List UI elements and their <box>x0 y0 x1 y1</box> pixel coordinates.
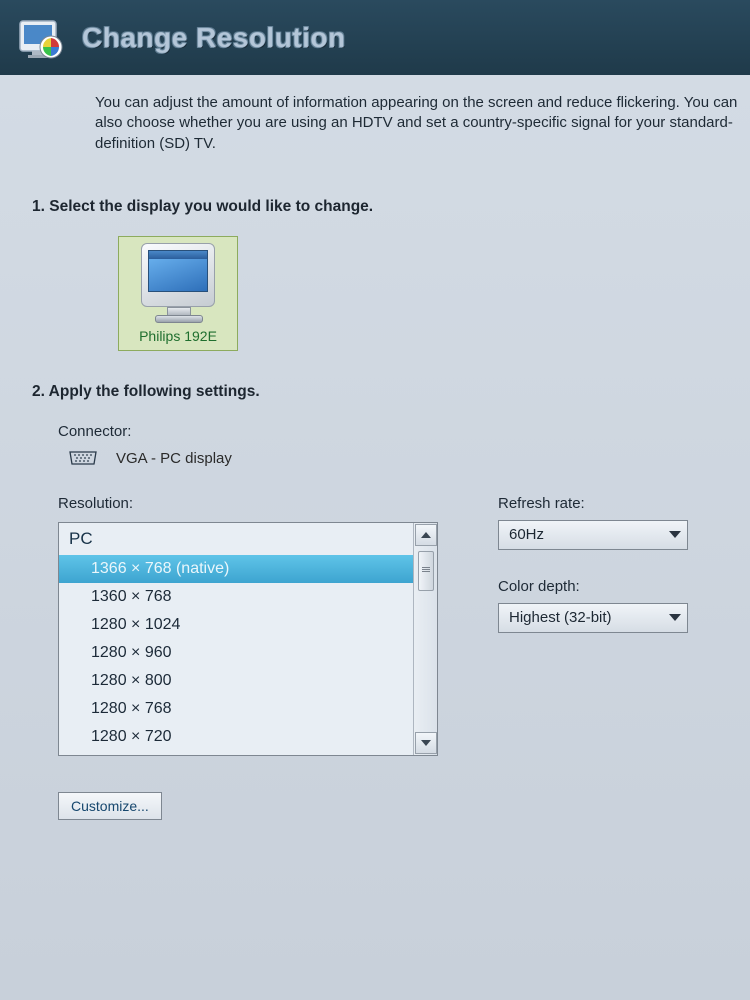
display-settings-icon <box>18 15 64 61</box>
settings-area: Connector: VGA - PC display Resolution: … <box>0 415 750 820</box>
chevron-down-icon <box>669 531 681 538</box>
resolution-label: Resolution: <box>58 495 438 512</box>
display-selection-row: Philips 192E <box>0 230 750 369</box>
color-depth-label: Color depth: <box>498 578 688 595</box>
resolution-option[interactable]: 1280 × 960 <box>59 639 413 667</box>
intro-text: You can adjust the amount of information… <box>0 75 750 184</box>
header-bar: Change Resolution <box>0 0 750 75</box>
resolution-option[interactable]: 1366 × 768 (native) <box>59 555 413 583</box>
scroll-up-button[interactable] <box>415 524 437 546</box>
vga-port-icon <box>68 451 98 465</box>
refresh-rate-value: 60Hz <box>509 526 544 543</box>
customize-button[interactable]: Customize... <box>58 792 162 820</box>
scroll-down-button[interactable] <box>415 732 437 754</box>
monitor-icon <box>137 243 219 323</box>
refresh-rate-label: Refresh rate: <box>498 495 688 512</box>
display-name-label: Philips 192E <box>139 328 217 344</box>
connector-label: Connector: <box>58 423 750 440</box>
scrollbar[interactable] <box>413 523 437 755</box>
resolution-list-inner: PC 1366 × 768 (native) 1360 × 768 1280 ×… <box>59 523 413 755</box>
section1-title: 1. Select the display you would like to … <box>0 184 750 230</box>
display-tile[interactable]: Philips 192E <box>118 236 238 351</box>
resolution-option[interactable]: 1280 × 800 <box>59 667 413 695</box>
connector-value: VGA - PC display <box>116 450 232 467</box>
resolution-option[interactable]: 1360 × 768 <box>59 583 413 611</box>
refresh-rate-dropdown[interactable]: 60Hz <box>498 520 688 550</box>
resolution-option[interactable]: 1280 × 720 <box>59 723 413 751</box>
color-depth-dropdown[interactable]: Highest (32-bit) <box>498 603 688 633</box>
resolution-option[interactable]: 1280 × 768 <box>59 695 413 723</box>
page-title: Change Resolution <box>82 22 346 54</box>
connector-row: VGA - PC display <box>58 450 750 467</box>
resolution-group-header: PC <box>59 523 413 555</box>
scroll-thumb[interactable] <box>418 551 434 591</box>
resolution-option[interactable]: 1280 × 1024 <box>59 611 413 639</box>
resolution-listbox[interactable]: PC 1366 × 768 (native) 1360 × 768 1280 ×… <box>58 522 438 756</box>
section2-title: 2. Apply the following settings. <box>0 369 750 415</box>
color-depth-value: Highest (32-bit) <box>509 609 612 626</box>
chevron-down-icon <box>669 614 681 621</box>
